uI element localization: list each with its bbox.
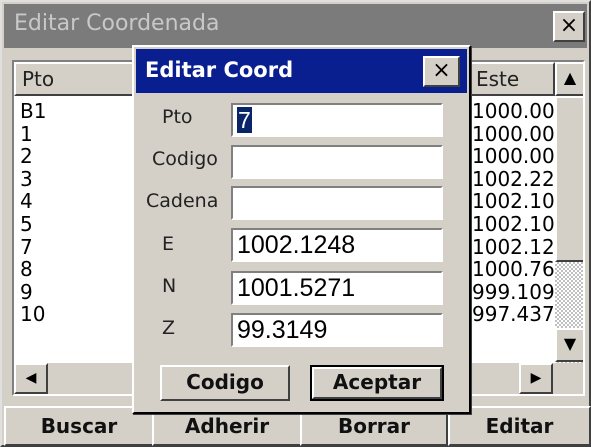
codigo-input[interactable] [233, 147, 441, 177]
list-cell-este: 997.437 [472, 302, 555, 326]
outer-window-title: Editar Coordenada [14, 11, 220, 36]
aceptar-button-label: Aceptar [312, 367, 442, 399]
list-item[interactable]: 5 [20, 213, 46, 236]
scroll-thumb[interactable] [555, 96, 583, 262]
close-icon: × [559, 13, 579, 38]
list-cell-este: 1000.00 [472, 100, 555, 123]
vertical-scrollbar[interactable]: ▲ ▼ [555, 62, 583, 363]
cadena-label: Cadena [146, 190, 219, 212]
e-field[interactable] [231, 228, 443, 262]
list-item[interactable]: 1 [20, 123, 46, 146]
list-item[interactable]: 8 [20, 258, 46, 281]
aceptar-button[interactable]: Aceptar [310, 365, 444, 401]
cadena-field[interactable] [231, 186, 443, 220]
list-item[interactable]: 10 [20, 303, 46, 326]
pto-column: B1 1 2 3 4 5 7 8 9 10 [20, 100, 46, 326]
dialog-title: Editar Coord [145, 58, 294, 82]
arrow-up-icon: ▲ [563, 68, 577, 87]
arrow-left-icon: ◀ [25, 370, 37, 386]
scrollbar-corner [555, 363, 583, 394]
list-cell-este: 1002.22 [472, 166, 555, 191]
dialog-titlebar: Editar Coord × [136, 49, 467, 93]
n-input[interactable] [233, 273, 441, 303]
list-item[interactable]: 3 [20, 168, 46, 191]
dialog-close-button[interactable]: × [423, 56, 460, 87]
codigo-label: Codigo [152, 148, 218, 170]
list-cell-este: 1002.10 [472, 189, 555, 214]
list-cell-este: 1000.00 [472, 144, 555, 169]
list-item[interactable]: 4 [20, 190, 46, 213]
z-field[interactable] [231, 313, 443, 347]
list-cell-este: 1002.10 [472, 211, 555, 236]
outer-titlebar: Editar Coordenada × [4, 4, 587, 48]
e-input[interactable] [233, 230, 441, 260]
arrow-right-icon: ▶ [530, 370, 542, 386]
pto-field-value: 7 [237, 107, 252, 133]
outer-close-button[interactable]: × [553, 11, 585, 42]
este-column: 1000.00 1000.00 1000.00 1002.22 1002.10 … [472, 100, 556, 326]
list-item[interactable]: 2 [20, 145, 46, 168]
scroll-left-button[interactable]: ◀ [14, 363, 48, 394]
cadena-input[interactable] [233, 188, 441, 218]
list-cell-este: 1002.12 [472, 234, 555, 259]
column-header-pto[interactable]: Pto [14, 62, 136, 96]
list-cell-este: 999.109 [472, 279, 555, 304]
list-item[interactable]: B1 [20, 100, 46, 123]
scroll-down-button[interactable]: ▼ [555, 328, 583, 362]
edit-coord-dialog: Editar Coord × Pto 7 Codigo Cadena E N Z… [132, 45, 471, 414]
scroll-right-button[interactable]: ▶ [519, 363, 553, 394]
n-field[interactable] [231, 271, 443, 305]
list-cell-este: 1000.00 [472, 121, 555, 146]
list-cell-este: 1000.76 [472, 257, 555, 282]
pto-field[interactable]: 7 [231, 103, 443, 137]
close-icon: × [432, 58, 451, 83]
codigo-button[interactable]: Codigo [160, 365, 290, 401]
column-header-este[interactable]: Este [468, 62, 555, 96]
arrow-down-icon: ▼ [563, 334, 577, 353]
list-item[interactable]: 9 [20, 281, 46, 304]
list-item[interactable]: 7 [20, 236, 46, 259]
scroll-up-button[interactable]: ▲ [555, 62, 583, 96]
codigo-field[interactable] [231, 145, 443, 179]
z-input[interactable] [233, 315, 441, 345]
